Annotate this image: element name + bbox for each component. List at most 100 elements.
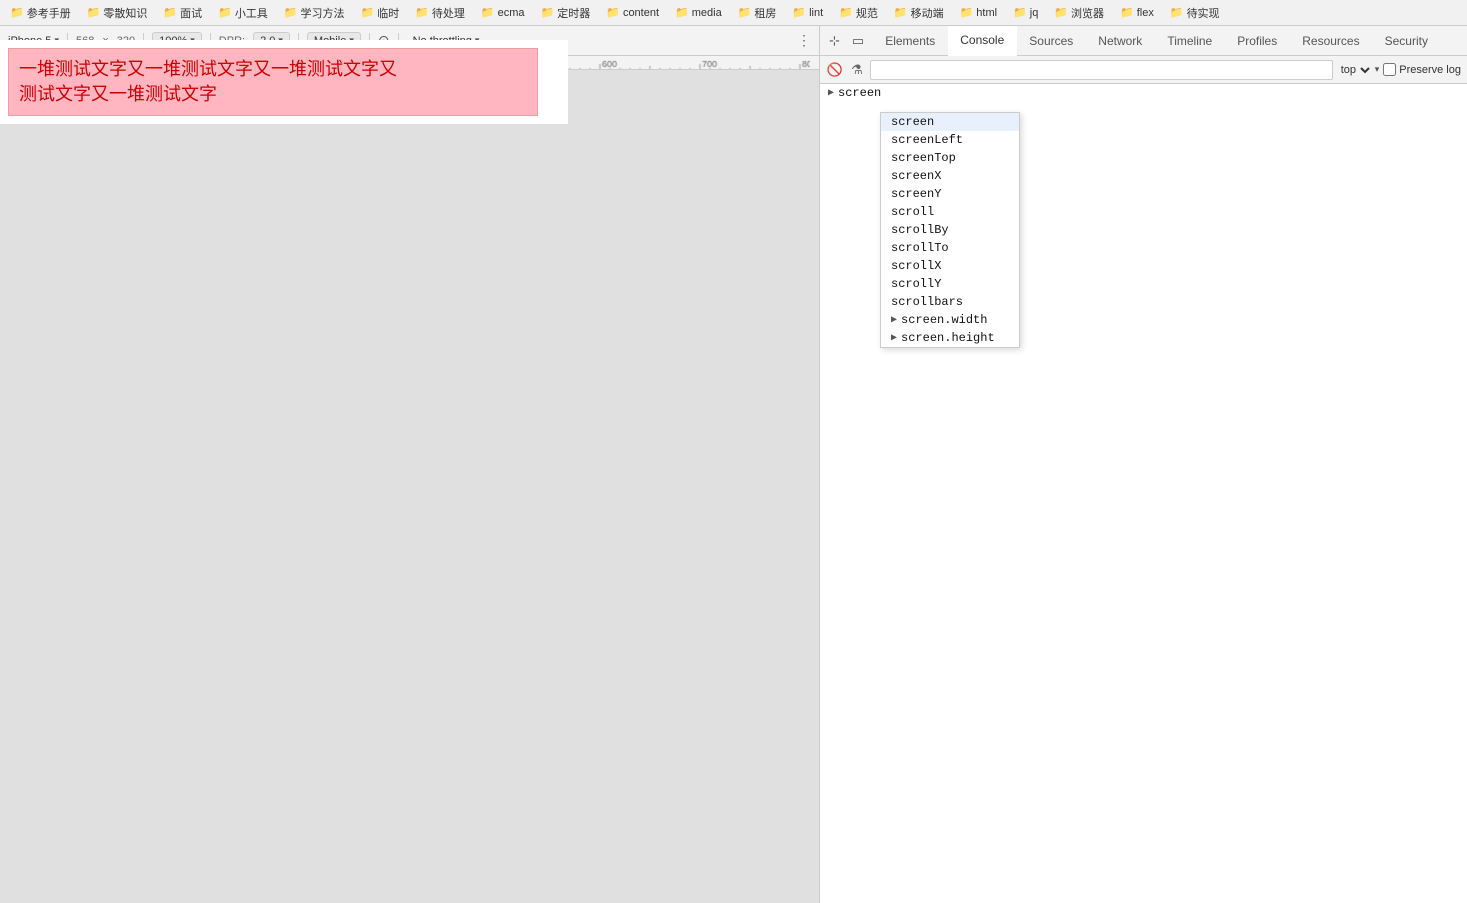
text-line2: 测试文字又一堆测试文字: [19, 84, 217, 104]
text-line1: 一堆测试文字又一堆测试文字又一堆测试文字又: [19, 59, 397, 79]
bookmark-label: jq: [1030, 7, 1039, 19]
bookmark-label: 小工具: [235, 5, 268, 21]
expand-arrow-icon: ▶: [891, 332, 897, 344]
context-select[interactable]: top: [1337, 63, 1373, 77]
bookmark-item[interactable]: 📁待实现: [1164, 3, 1226, 23]
tree-triangle-icon[interactable]: ▶: [828, 87, 834, 99]
tab-timeline[interactable]: Timeline: [1155, 26, 1225, 55]
preserve-log-text: Preserve log: [1399, 64, 1461, 76]
bookmark-item[interactable]: 📁小工具: [212, 3, 274, 23]
autocomplete-item[interactable]: scrollBy: [881, 221, 1019, 239]
autocomplete-item[interactable]: screen: [881, 113, 1019, 131]
bookmark-label: 待实现: [1187, 5, 1220, 21]
folder-icon: 📁: [675, 6, 689, 19]
more-options-icon[interactable]: ⋮: [797, 32, 811, 49]
bookmark-item[interactable]: 📁media: [669, 4, 728, 21]
tab-resources[interactable]: Resources: [1290, 26, 1372, 55]
text-content-box: 一堆测试文字又一堆测试文字又一堆测试文字又 测试文字又一堆测试文字: [8, 48, 538, 116]
clear-console-button[interactable]: 🚫: [826, 61, 844, 79]
tab-sources[interactable]: Sources: [1017, 26, 1086, 55]
autocomplete-item[interactable]: ▶ screen.height: [881, 329, 1019, 347]
bookmark-item[interactable]: 📁flex: [1114, 4, 1160, 21]
bookmark-item[interactable]: 📁html: [954, 4, 1003, 21]
autocomplete-text: scroll: [891, 205, 934, 219]
bookmark-label: 移动端: [911, 5, 944, 21]
bookmark-item[interactable]: 📁零散知识: [81, 3, 154, 23]
preserve-log-checkbox[interactable]: [1383, 63, 1396, 76]
folder-icon: 📁: [606, 6, 620, 19]
console-filter-input[interactable]: [875, 64, 1328, 76]
bookmark-label: 规范: [856, 5, 878, 21]
bookmark-label: 浏览器: [1071, 5, 1104, 21]
preserve-log-label[interactable]: Preserve log: [1383, 63, 1461, 76]
bookmark-label: 学习方法: [301, 5, 345, 21]
autocomplete-item[interactable]: ▶screen.width: [881, 311, 1019, 329]
folder-icon: 📁: [839, 6, 853, 19]
tab-profiles[interactable]: Profiles: [1225, 26, 1290, 55]
bookmark-label: 参考手册: [27, 5, 71, 21]
device-mode-icon[interactable]: ▭: [847, 31, 869, 51]
console-body[interactable]: ▶ screen screen screenLeft screenTop screen…: [820, 84, 1467, 903]
autocomplete-text: screenLeft: [891, 133, 963, 147]
autocomplete-text: screen.width: [901, 313, 987, 327]
tab-security[interactable]: Security: [1373, 26, 1441, 55]
folder-icon: 📁: [87, 6, 101, 19]
inspect-icon[interactable]: ⊹: [824, 31, 845, 51]
autocomplete-item[interactable]: screenTop: [881, 149, 1019, 167]
bookmark-item[interactable]: 📁待处理: [409, 3, 471, 23]
bookmark-item[interactable]: 📁学习方法: [278, 3, 351, 23]
bookmark-item[interactable]: 📁临时: [355, 3, 406, 23]
bookmark-label: 待处理: [432, 5, 465, 21]
autocomplete-item[interactable]: scrollX: [881, 257, 1019, 275]
tab-elements[interactable]: Elements: [873, 26, 948, 55]
bookmark-item[interactable]: 📁浏览器: [1048, 3, 1110, 23]
autocomplete-text: scrollTo: [891, 241, 949, 255]
phone-screen: 一堆测试文字又一堆测试文字又一堆测试文字又 测试文字又一堆测试文字: [0, 40, 568, 124]
autocomplete-text: screen: [891, 115, 934, 129]
folder-icon: 📁: [284, 6, 298, 19]
tab-console[interactable]: Console: [948, 26, 1017, 56]
autocomplete-text: screen.height: [901, 331, 995, 345]
viewport: iPhone 5 ▾ 568 × 320 100% ▾ DPR: 2.0 ▾ M…: [0, 26, 819, 903]
console-filter-input-wrapper: [870, 60, 1333, 80]
bookmark-item[interactable]: 📁lint: [786, 4, 829, 21]
folder-icon: 📁: [541, 6, 555, 19]
console-screen-text: screen: [838, 86, 881, 100]
bookmark-item[interactable]: 📁移动端: [888, 3, 950, 23]
bookmark-item[interactable]: 📁租房: [732, 3, 783, 23]
bookmark-label: content: [623, 7, 659, 19]
console-screen-row[interactable]: ▶ screen: [820, 84, 1467, 102]
autocomplete-item[interactable]: scrollbars: [881, 293, 1019, 311]
bookmark-item[interactable]: 📁参考手册: [4, 3, 77, 23]
autocomplete-item[interactable]: screenY: [881, 185, 1019, 203]
context-select-wrapper[interactable]: top ▾: [1337, 63, 1380, 77]
autocomplete-item[interactable]: screenX: [881, 167, 1019, 185]
autocomplete-text: screenTop: [891, 151, 956, 165]
autocomplete-text: scrollbars: [891, 295, 963, 309]
autocomplete-item[interactable]: scrollY: [881, 275, 1019, 293]
bookmark-item[interactable]: 📁jq: [1007, 4, 1044, 21]
main-layout: iPhone 5 ▾ 568 × 320 100% ▾ DPR: 2.0 ▾ M…: [0, 26, 1467, 903]
folder-icon: 📁: [960, 6, 974, 19]
bookmark-item[interactable]: 📁content: [600, 4, 665, 21]
bookmark-item[interactable]: 📁定时器: [535, 3, 597, 23]
folder-icon: 📁: [894, 6, 908, 19]
bookmark-label: 临时: [377, 5, 399, 21]
bookmark-item[interactable]: 📁规范: [833, 3, 884, 23]
console-toolbar: 🚫 ⚗ top ▾ Preserve log: [820, 56, 1467, 84]
filter-console-button[interactable]: ⚗: [848, 61, 866, 79]
bookmark-label: ecma: [498, 7, 525, 19]
bookmark-label: flex: [1137, 7, 1154, 19]
folder-icon: 📁: [361, 6, 375, 19]
bookmark-item[interactable]: 📁ecma: [475, 4, 531, 21]
tab-network[interactable]: Network: [1086, 26, 1155, 55]
autocomplete-item[interactable]: scroll: [881, 203, 1019, 221]
autocomplete-text: screenY: [891, 187, 941, 201]
autocomplete-item[interactable]: screenLeft: [881, 131, 1019, 149]
bookmark-label: html: [976, 7, 997, 19]
autocomplete-item[interactable]: scrollTo: [881, 239, 1019, 257]
bookmark-item[interactable]: 📁面试: [157, 3, 208, 23]
bookmarks-bar: 📁参考手册📁零散知识📁面试📁小工具📁学习方法📁临时📁待处理📁ecma📁定时器📁c…: [0, 0, 1467, 26]
bookmark-label: 零散知识: [103, 5, 147, 21]
autocomplete-text: screenX: [891, 169, 941, 183]
